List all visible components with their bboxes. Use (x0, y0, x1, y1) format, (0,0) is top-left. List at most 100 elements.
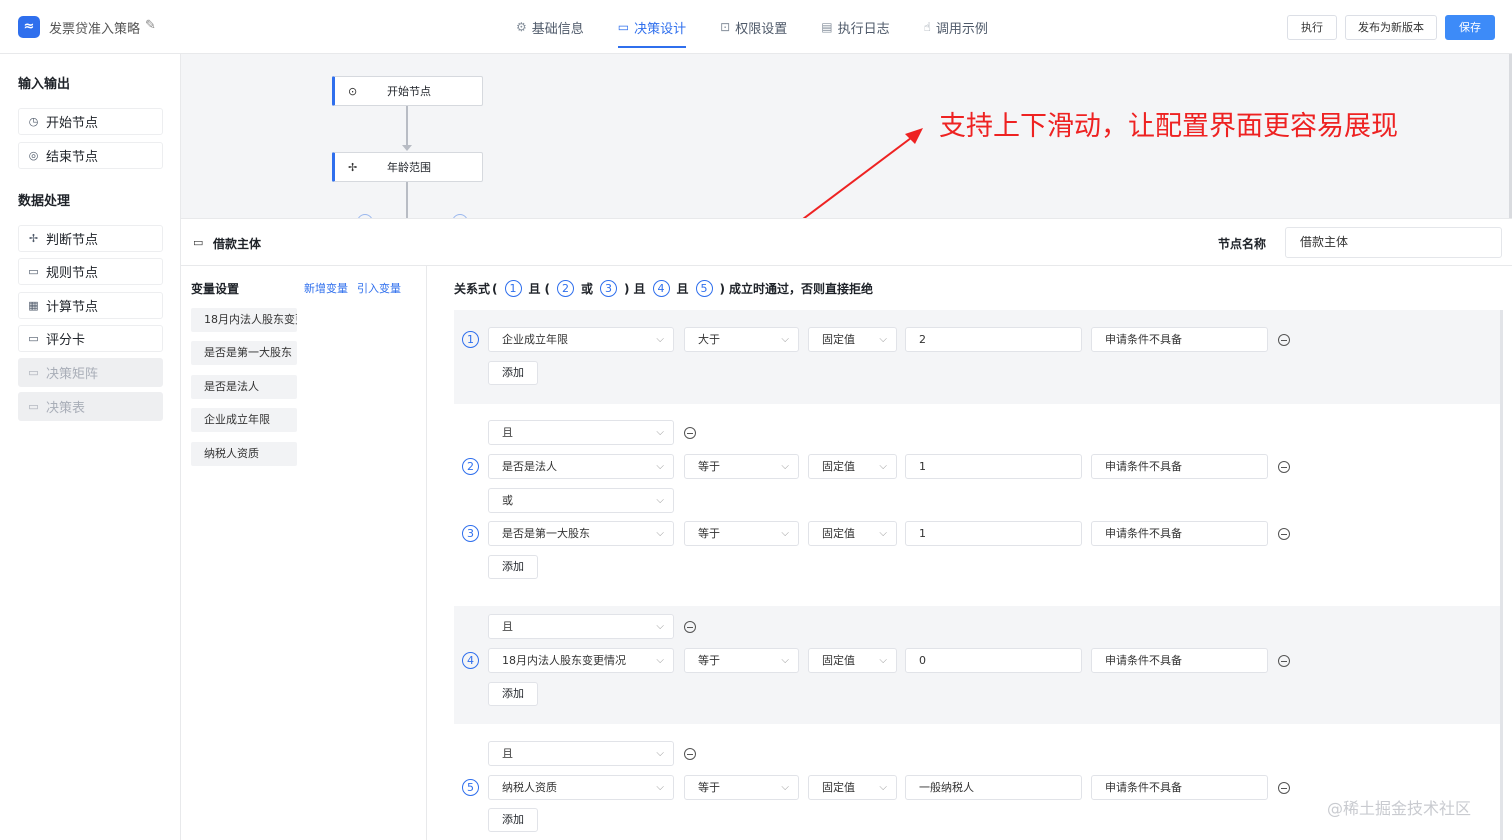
remove-condition-icon[interactable] (1278, 528, 1290, 540)
save-button[interactable]: 保存 (1445, 15, 1495, 40)
field-select[interactable]: 是否是法人 ⌵ (488, 454, 674, 479)
palette-compute-node[interactable]: ▦ 计算节点 (18, 292, 163, 319)
operator-select[interactable]: 等于 ⌵ (684, 454, 799, 479)
rules-scrollbar[interactable] (1500, 310, 1503, 840)
field-select[interactable]: 纳税人资质 ⌵ (488, 775, 674, 800)
field-select[interactable]: 18月内法人股东变更情况 ⌵ (488, 648, 674, 673)
add-condition-button[interactable]: 添加 (488, 682, 538, 706)
annotation-text: 支持上下滑动，让配置界面更容易展现 (939, 111, 1398, 142)
condition-group (454, 310, 1502, 404)
source-type-select[interactable]: 固定值 ⌵ (808, 454, 897, 479)
edit-icon[interactable]: ✎ (145, 18, 156, 33)
hand-pointer-icon: ☝ (923, 20, 931, 34)
fail-message-input[interactable]: 申请条件不具备 (1091, 648, 1268, 673)
flow-node-start[interactable]: ⊙ 开始节点 (332, 76, 483, 106)
section-io-title: 输入输出 (18, 77, 71, 92)
operator-select[interactable]: 等于 ⌵ (684, 521, 799, 546)
remove-condition-icon[interactable] (1278, 655, 1290, 667)
chevron-down-icon: ⌵ (781, 782, 789, 793)
condition-index: 2 (462, 458, 479, 475)
chevron-down-icon: ⌵ (656, 495, 664, 506)
field-select[interactable]: 企业成立年限 ⌵ (488, 327, 674, 352)
add-condition-button[interactable]: 添加 (488, 808, 538, 832)
palette-start-node[interactable]: ◷ 开始节点 (18, 108, 163, 135)
field-value: 18月内法人股东变更情况 (502, 654, 626, 667)
operator-and: 且 (633, 282, 646, 296)
palette-rule-node[interactable]: ▭ 规则节点 (18, 258, 163, 285)
tab-execution-log[interactable]: ▤ 执行日志 (821, 0, 889, 54)
tab-call-example[interactable]: ☝ 调用示例 (924, 0, 988, 54)
panel-title: 借款主体 (213, 237, 262, 251)
remove-condition-icon[interactable] (1278, 782, 1290, 794)
chevron-down-icon: ⌵ (879, 655, 887, 666)
palette-item-label: 计算节点 (46, 300, 99, 315)
operator-value: 等于 (698, 654, 720, 667)
connector-select[interactable]: 且 ⌵ (488, 420, 674, 445)
operator-and: 且 (676, 282, 689, 296)
connector-value: 且 (502, 620, 513, 633)
palette-scorecard[interactable]: ▭ 评分卡 (18, 325, 163, 352)
tab-label: 调用示例 (935, 21, 988, 37)
connector-select[interactable]: 且 ⌵ (488, 614, 674, 639)
variable-item[interactable]: 纳税人资质 (191, 442, 297, 466)
tab-label: 执行日志 (837, 21, 890, 37)
flow-node-age-range[interactable]: ✢ 年龄范围 (332, 152, 483, 182)
palette-item-label: 决策表 (46, 401, 86, 416)
source-type-select[interactable]: 固定值 ⌵ (808, 648, 897, 673)
variable-item[interactable]: 是否是法人 (191, 375, 297, 399)
operator-select[interactable]: 等于 ⌵ (684, 648, 799, 673)
run-button[interactable]: 执行 (1287, 15, 1337, 40)
fail-message-input[interactable]: 申请条件不具备 (1091, 454, 1268, 479)
palette-end-node[interactable]: ◎ 结束节点 (18, 142, 163, 169)
value-input[interactable]: 0 (905, 648, 1082, 673)
value-input[interactable]: 一般纳税人 (905, 775, 1082, 800)
condition-index: 5 (462, 779, 479, 796)
field-select[interactable]: 是否是第一大股东 ⌵ (488, 521, 674, 546)
import-variable-link[interactable]: 引入变量 (357, 280, 401, 296)
publish-button[interactable]: 发布为新版本 (1345, 15, 1437, 40)
value-input[interactable]: 1 (905, 454, 1082, 479)
fail-message-input[interactable]: 申请条件不具备 (1091, 775, 1268, 800)
tab-decision-design[interactable]: ▭ 决策设计 (617, 0, 687, 54)
remove-group-icon[interactable] (684, 427, 696, 439)
operator-select[interactable]: 等于 ⌵ (684, 775, 799, 800)
operator-and: 且 (528, 282, 541, 296)
variable-item[interactable]: 企业成立年限 (191, 408, 297, 432)
add-condition-button[interactable]: 添加 (488, 361, 538, 385)
remove-group-icon[interactable] (684, 621, 696, 633)
add-condition-button[interactable]: 添加 (488, 555, 538, 579)
source-type-select[interactable]: 固定值 ⌵ (808, 327, 897, 352)
chevron-down-icon: ⌵ (879, 528, 887, 539)
tab-basic-info[interactable]: ⚙ 基础信息 (516, 0, 584, 54)
fail-message-input[interactable]: 申请条件不具备 (1091, 521, 1268, 546)
flow-canvas[interactable]: ⊙ 开始节点 ✢ 年龄范围 支持上下滑动，让配置界面更容易展现 (181, 54, 1512, 218)
operator-or: 或 (581, 282, 594, 296)
source-type-select[interactable]: 固定值 ⌵ (808, 521, 897, 546)
add-variable-link[interactable]: 新增变量 (304, 280, 348, 296)
operator-select[interactable]: 大于 ⌵ (684, 327, 799, 352)
connector-select[interactable]: 或 ⌵ (488, 488, 674, 513)
node-name-input[interactable]: 借款主体 (1285, 227, 1502, 258)
connector-select[interactable]: 且 ⌵ (488, 741, 674, 766)
source-type-value: 固定值 (822, 527, 855, 540)
variable-item[interactable]: 是否是第一大股东 (191, 341, 297, 365)
source-type-select[interactable]: 固定值 ⌵ (808, 775, 897, 800)
flow-node-label: 年龄范围 (387, 161, 431, 174)
play-circle-icon: ◷ (28, 115, 39, 128)
remove-condition-icon[interactable] (1278, 461, 1290, 473)
tab-permissions[interactable]: ⊡ 权限设置 (720, 0, 787, 54)
value-input[interactable]: 2 (905, 327, 1082, 352)
remove-group-icon[interactable] (684, 748, 696, 760)
remove-condition-icon[interactable] (1278, 334, 1290, 346)
field-value: 是否是第一大股东 (502, 527, 590, 540)
palette-judge-node[interactable]: ✢ 判断节点 (18, 225, 163, 252)
variable-item[interactable]: 18月内法人股东变更情况 (191, 308, 297, 332)
chevron-down-icon: ⌵ (879, 461, 887, 472)
condition-index: 1 (462, 331, 479, 348)
palette-decision-matrix: ▭ 决策矩阵 (18, 358, 163, 387)
source-type-value: 固定值 (822, 460, 855, 473)
expression-index: 2 (557, 280, 574, 297)
fail-message-input[interactable]: 申请条件不具备 (1091, 327, 1268, 352)
value-input[interactable]: 1 (905, 521, 1082, 546)
watermark: @稀土掘金技术社区 (1327, 799, 1472, 818)
